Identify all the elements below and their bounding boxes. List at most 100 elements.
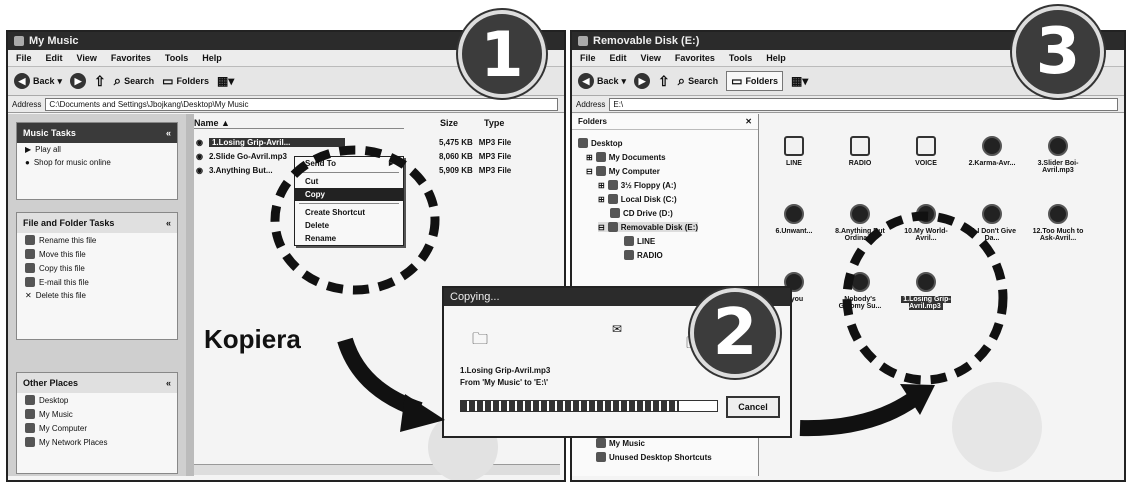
play-all-link[interactable]: ▶ Play all bbox=[17, 143, 177, 156]
search-button[interactable]: ⌕ Search bbox=[678, 73, 718, 89]
forward-button[interactable]: ▶ bbox=[634, 73, 651, 89]
tree-item-my-music[interactable]: My Music bbox=[596, 438, 645, 448]
up-folder-icon[interactable]: ⇧ bbox=[658, 73, 670, 90]
column-header-size[interactable]: Size bbox=[440, 118, 458, 128]
tile-mp3-file[interactable]: 3.Slider Boi-Avril.mp3 bbox=[1032, 136, 1084, 174]
menu-tools[interactable]: Tools bbox=[165, 53, 188, 63]
menu-item-delete[interactable]: Delete bbox=[295, 219, 403, 232]
shop-music-link[interactable]: ● Shop for music online bbox=[17, 156, 177, 169]
my-music-link[interactable]: My Music bbox=[17, 407, 177, 421]
tile-mp3-file[interactable]: 8.Anything But Ordinar... bbox=[834, 204, 886, 242]
tree-item-radio[interactable]: RADIO bbox=[624, 250, 663, 260]
collapse-icon[interactable]: « bbox=[166, 378, 171, 388]
menu-item-rename[interactable]: Rename bbox=[295, 232, 403, 245]
menu-item-cut[interactable]: Cut bbox=[295, 175, 403, 188]
tile-mp3-file[interactable]: 11.I Don't Give Da... bbox=[966, 204, 1018, 242]
views-button[interactable]: ▦▾ bbox=[791, 74, 808, 88]
tree-item-unused-shortcuts[interactable]: Unused Desktop Shortcuts bbox=[596, 452, 712, 462]
collapse-icon[interactable]: « bbox=[166, 218, 171, 228]
back-arrow-icon: ◀ bbox=[578, 73, 594, 89]
menu-file[interactable]: File bbox=[580, 53, 596, 63]
delete-x-icon: ✕ bbox=[25, 291, 32, 300]
horizontal-scrollbar[interactable] bbox=[194, 464, 560, 475]
address-input[interactable]: E:\ bbox=[609, 97, 1118, 111]
close-icon[interactable]: ✕ bbox=[745, 117, 752, 126]
menu-edit[interactable]: Edit bbox=[610, 53, 627, 63]
tile-mp3-file[interactable]: Nobody's Gloomy Su... bbox=[834, 272, 886, 310]
media-file-icon bbox=[1048, 136, 1068, 156]
tile-mp3-file[interactable]: 10.My World-Avril... bbox=[900, 204, 952, 242]
window-title: My Music bbox=[29, 35, 79, 47]
tile-mp3-file[interactable]: 6.Unwant... bbox=[768, 204, 820, 235]
delete-file-link[interactable]: ✕ Delete this file bbox=[17, 289, 177, 302]
floppy-icon bbox=[607, 180, 618, 190]
tree-item-line[interactable]: LINE bbox=[624, 236, 655, 246]
column-header-name[interactable]: Name ▲ bbox=[194, 118, 404, 129]
vertical-scrollbar[interactable] bbox=[186, 114, 194, 476]
tree-item-local-disk[interactable]: ⊞ Local Disk (C:) bbox=[598, 194, 677, 204]
column-header-type[interactable]: Type bbox=[484, 118, 504, 128]
tile-mp3-file[interactable]: 12.Too Much to Ask-Avril... bbox=[1032, 204, 1084, 242]
views-button[interactable]: ▦▾ bbox=[217, 74, 234, 88]
back-button[interactable]: ◀ Back ▾ bbox=[14, 73, 62, 89]
tile-voice-folder[interactable]: VOICE bbox=[900, 136, 952, 167]
tile-line-folder[interactable]: LINE bbox=[768, 136, 820, 167]
up-folder-icon[interactable]: ⇧ bbox=[94, 73, 106, 90]
copy-file-link[interactable]: Copy this file bbox=[17, 261, 177, 275]
other-places-header[interactable]: Other Places « bbox=[17, 373, 177, 393]
tile-mp3-file[interactable]: 2.Karma-Avr... bbox=[966, 136, 1018, 167]
folder-icon bbox=[596, 438, 606, 448]
email-file-link[interactable]: E-mail this file bbox=[17, 275, 177, 289]
menu-edit[interactable]: Edit bbox=[46, 53, 63, 63]
context-menu: Send To ▸ Cut Copy Create Shortcut Delete… bbox=[294, 156, 404, 246]
file-folder-tasks-header[interactable]: File and Folder Tasks « bbox=[17, 213, 177, 233]
desktop-icon bbox=[578, 138, 588, 148]
tree-item-my-computer[interactable]: ⊟ My Computer bbox=[586, 166, 660, 176]
forward-button[interactable]: ▶ bbox=[70, 73, 87, 89]
drive-icon bbox=[578, 36, 588, 46]
back-button[interactable]: ◀ Back ▾ bbox=[578, 73, 626, 89]
cd-icon bbox=[610, 208, 620, 218]
media-file-icon bbox=[784, 204, 804, 224]
media-file-icon bbox=[916, 204, 936, 224]
my-network-places-link[interactable]: My Network Places bbox=[17, 435, 177, 449]
menu-item-copy[interactable]: Copy bbox=[295, 188, 403, 201]
media-file-icon bbox=[850, 204, 870, 224]
folders-icon: ▭ bbox=[162, 74, 174, 88]
folders-button[interactable]: ▭ Folders bbox=[162, 74, 209, 88]
my-computer-link[interactable]: My Computer bbox=[17, 421, 177, 435]
tile-copied-mp3-file[interactable]: 1.Losing Grip-Avril.mp3 bbox=[900, 272, 952, 310]
task-pane: Music Tasks « ▶ Play all ● Shop for music o… bbox=[8, 114, 186, 476]
menu-favorites[interactable]: Favorites bbox=[111, 53, 151, 63]
step-badge-1: 1 bbox=[458, 10, 546, 98]
collapse-icon[interactable]: « bbox=[166, 128, 171, 138]
cancel-button[interactable]: Cancel bbox=[726, 396, 780, 418]
desktop-link[interactable]: Desktop bbox=[17, 393, 177, 407]
step-badge-2: 2 bbox=[690, 288, 780, 378]
menu-favorites[interactable]: Favorites bbox=[675, 53, 715, 63]
file-row[interactable]: ◉ 1.Losing Grip-Avril... 5,475 KB MP3 Fi… bbox=[196, 138, 556, 147]
music-tasks-header[interactable]: Music Tasks « bbox=[17, 123, 177, 143]
copy-file-name: 1.Losing Grip-Avril.mp3 bbox=[460, 366, 551, 375]
tree-item-desktop[interactable]: Desktop bbox=[578, 138, 623, 148]
menu-tools[interactable]: Tools bbox=[729, 53, 752, 63]
address-input[interactable]: C:\Documents and Settings\Jbojkang\Deskt… bbox=[45, 97, 558, 111]
menu-view[interactable]: View bbox=[77, 53, 97, 63]
menu-item-send-to[interactable]: Send To ▸ bbox=[295, 157, 403, 170]
menu-help[interactable]: Help bbox=[766, 53, 786, 63]
menu-divider bbox=[299, 172, 399, 173]
tile-radio-folder[interactable]: RADIO bbox=[834, 136, 886, 167]
folders-button[interactable]: ▭ Folders bbox=[726, 71, 783, 91]
tree-item-my-documents[interactable]: ⊞ My Documents bbox=[586, 152, 666, 162]
menu-view[interactable]: View bbox=[641, 53, 661, 63]
search-button[interactable]: ⌕ Search bbox=[114, 73, 154, 89]
menu-help[interactable]: Help bbox=[202, 53, 222, 63]
email-icon bbox=[25, 277, 35, 287]
tree-item-floppy[interactable]: ⊞ 3½ Floppy (A:) bbox=[598, 180, 676, 190]
menu-file[interactable]: File bbox=[16, 53, 32, 63]
rename-file-link[interactable]: Rename this file bbox=[17, 233, 177, 247]
tree-item-removable-disk[interactable]: ⊟ Removable Disk (E:) bbox=[598, 222, 699, 232]
menu-item-create-shortcut[interactable]: Create Shortcut bbox=[295, 206, 403, 219]
move-file-link[interactable]: Move this file bbox=[17, 247, 177, 261]
tree-item-cd-drive[interactable]: CD Drive (D:) bbox=[610, 208, 673, 218]
